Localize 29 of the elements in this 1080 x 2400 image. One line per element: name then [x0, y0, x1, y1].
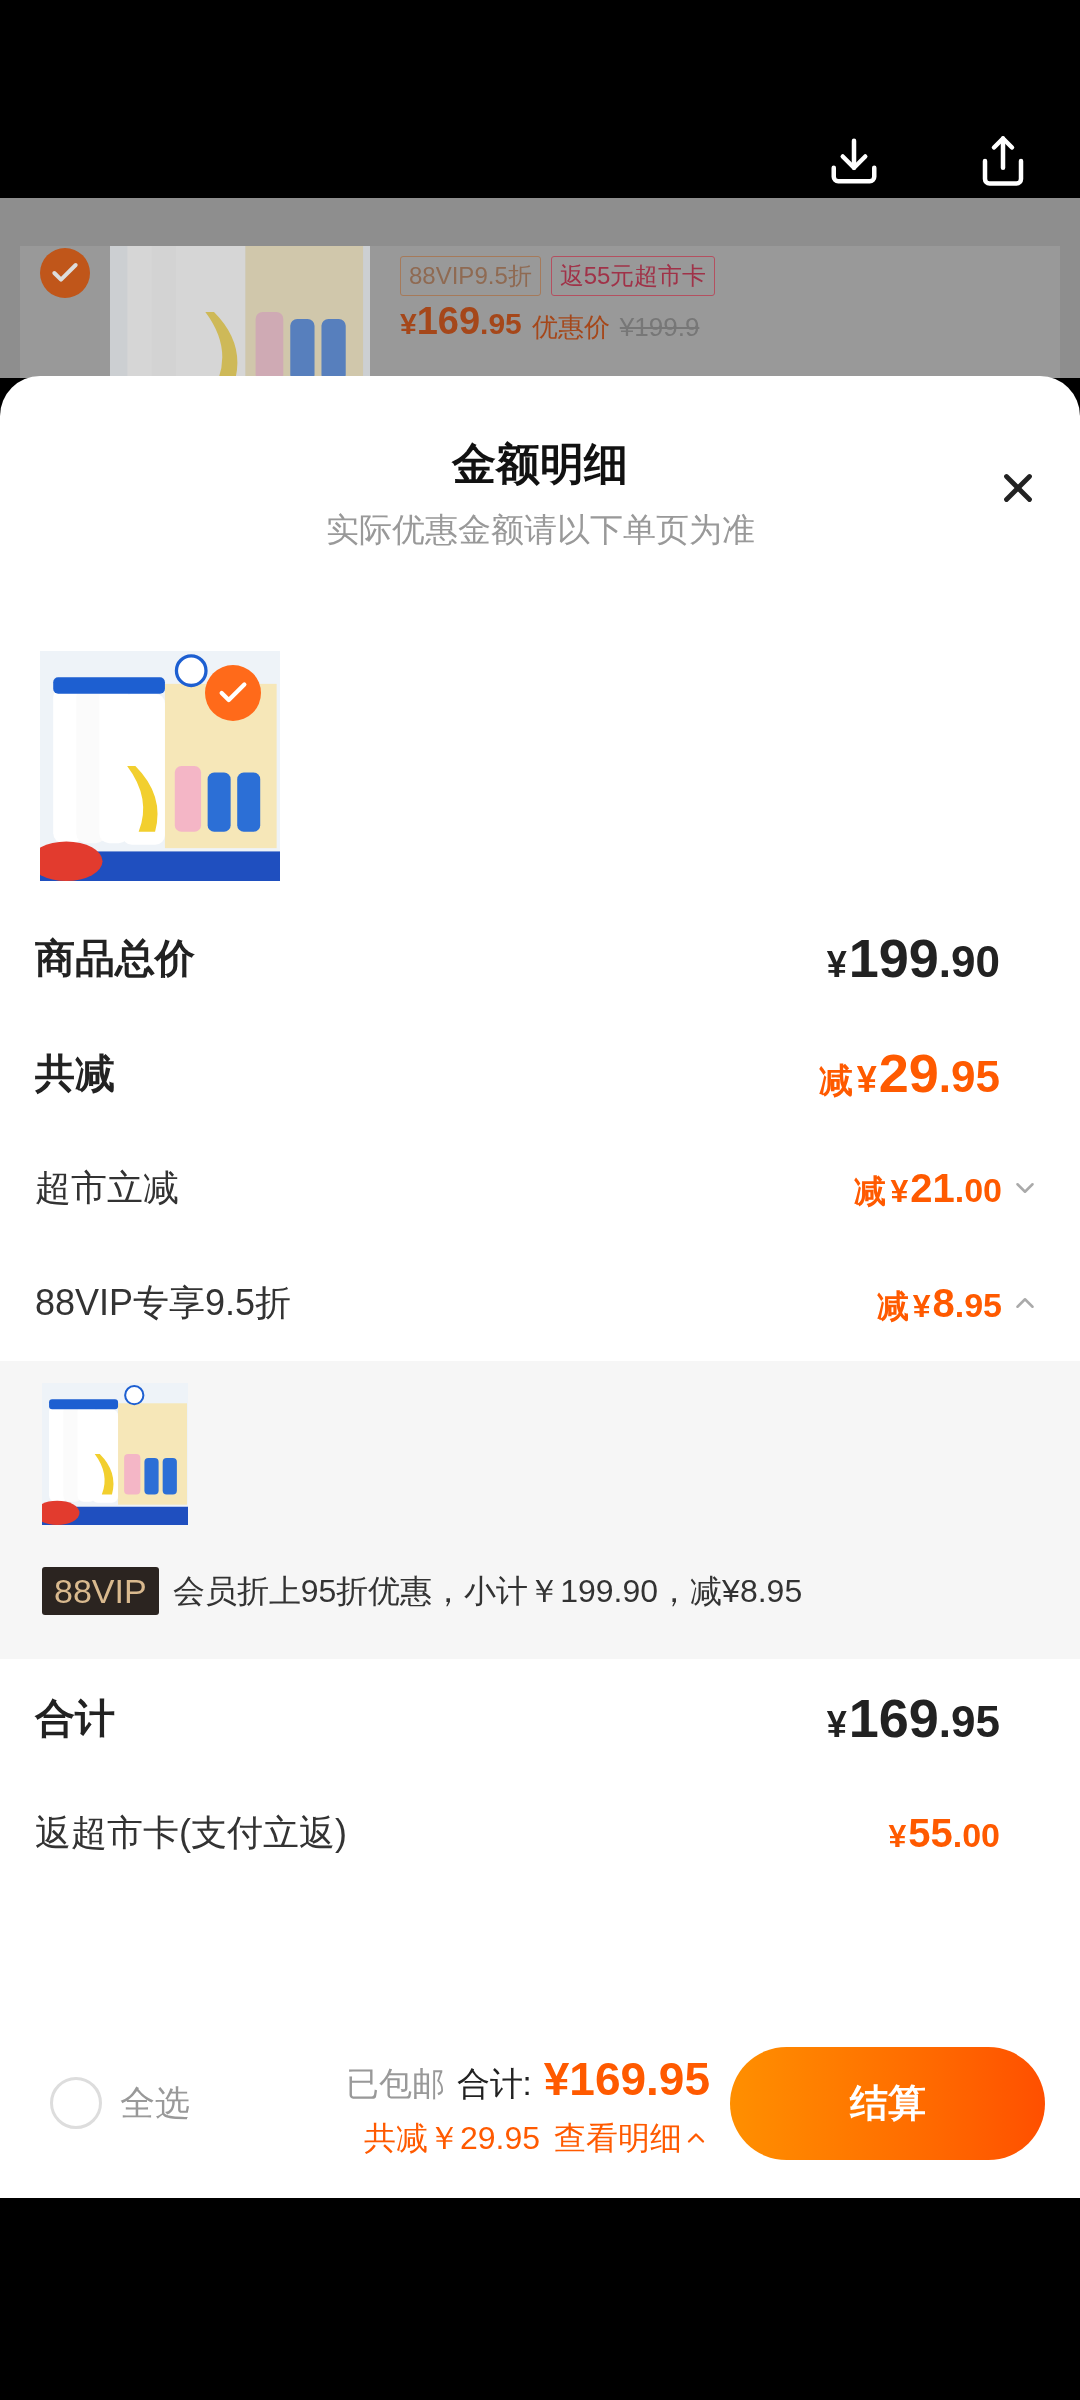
amount-text: ¥55.00: [888, 1810, 1000, 1857]
row-label: 超市立减: [35, 1166, 179, 1210]
row-label: 共减: [35, 1050, 115, 1097]
select-all-radio[interactable]: [50, 2077, 102, 2129]
select-all-label[interactable]: 全选: [120, 2076, 190, 2130]
checkout-button[interactable]: 结算: [730, 2046, 1045, 2160]
amount-text: 减¥21.00: [854, 1165, 1002, 1212]
row-label: 合计: [35, 1695, 115, 1742]
amount-text: ¥199.90: [826, 926, 1000, 990]
amount-text: 减¥8.95: [876, 1280, 1002, 1327]
discount-note: 会员折上95折优惠，小计￥199.90，减¥8.95: [172, 1571, 803, 1611]
sale-price: ¥169.95: [400, 302, 522, 340]
view-details-link[interactable]: 查看明细: [554, 2113, 710, 2162]
vip-badge: 88VIP: [42, 1566, 159, 1615]
shipping-text: 已包邮: [345, 2063, 445, 2104]
total-price: ¥169.95: [543, 2051, 710, 2107]
row-label: 商品总价: [35, 935, 195, 982]
savings-text: 共减￥29.95: [363, 2118, 540, 2158]
price-label: 优惠价: [531, 314, 610, 340]
sheet-title: 金额明细: [452, 438, 628, 490]
amount-text: ¥169.95: [826, 1686, 1000, 1750]
promo-tag: 返55元超市卡: [550, 256, 716, 296]
checkbox[interactable]: [40, 248, 90, 298]
row-label: 返超市卡(支付立返): [35, 1811, 347, 1855]
promo-tag: 88VIP9.5折: [400, 256, 541, 296]
row-label: 88VIP专享9.5折: [35, 1281, 292, 1325]
sheet-subtitle: 实际优惠金额请以下单页为准: [325, 510, 755, 550]
amount-text: 减¥29.95: [818, 1041, 1000, 1105]
total-label: 合计:: [456, 2063, 532, 2104]
